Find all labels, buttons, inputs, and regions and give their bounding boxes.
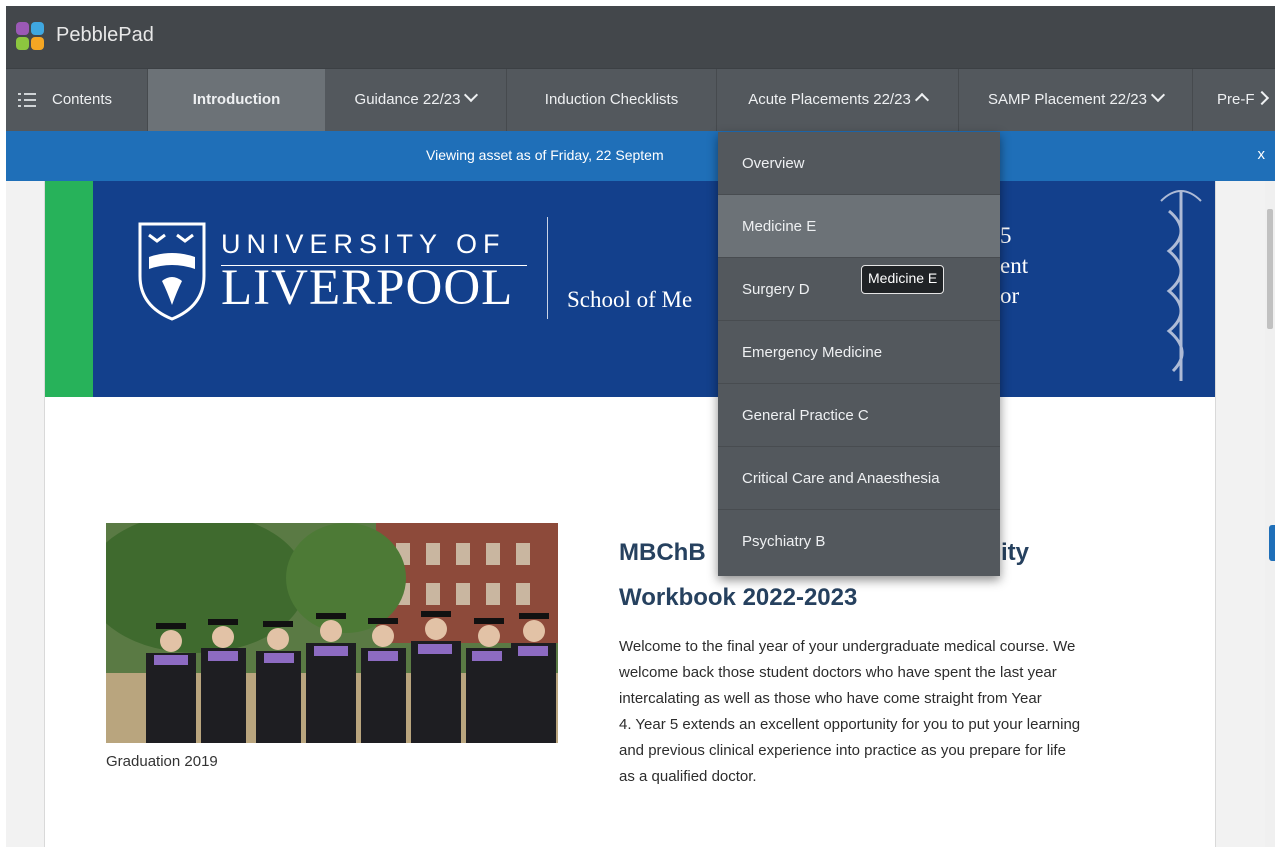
app-window: PebblePad Contents Introduction Guidance… xyxy=(6,6,1275,847)
menu-item-medicine-e[interactable]: Medicine E xyxy=(718,195,1000,258)
tooltip: Medicine E xyxy=(861,265,945,294)
header-right-text-1: 5 xyxy=(1000,223,1012,248)
menu-item-psychiatry-b[interactable]: Psychiatry B xyxy=(718,510,1000,573)
caduceus-icon xyxy=(1160,190,1202,381)
school-name: School of Me xyxy=(567,287,693,312)
page-title-line1-start: MBChB xyxy=(619,539,706,566)
side-panel-toggle[interactable] xyxy=(1269,525,1275,561)
tab-samp-placement[interactable]: SAMP Placement 22/23 xyxy=(959,69,1193,131)
tab-acute-placements[interactable]: Acute Placements 22/23 xyxy=(717,69,959,131)
welcome-paragraph: Welcome to the final year of your underg… xyxy=(619,634,1169,790)
tab-introduction[interactable]: Introduction xyxy=(148,69,325,131)
contents-list-icon xyxy=(18,91,36,109)
menu-item-surgery-d[interactable]: Surgery D xyxy=(718,258,1000,321)
tab-introduction-label: Introduction xyxy=(192,91,281,108)
paragraph-line: intercalating as well as those who have … xyxy=(619,690,1042,707)
university-crest-icon xyxy=(138,222,206,321)
university-name-top: UNIVERSITY OF xyxy=(221,229,506,259)
page-content: UNIVERSITY OF LIVERPOOL School of Me 5 e… xyxy=(44,181,1216,847)
chevron-down-icon xyxy=(1150,87,1166,103)
photo-caption: Graduation 2019 xyxy=(106,753,218,770)
menu-item-overview[interactable]: Overview xyxy=(718,132,1000,195)
chevron-up-icon xyxy=(914,92,929,108)
chevron-down-icon xyxy=(464,87,479,103)
tab-pre-f[interactable]: Pre-F xyxy=(1193,69,1275,131)
header-divider xyxy=(547,217,548,319)
contents-button[interactable]: Contents xyxy=(6,69,148,131)
menu-item-critical-care[interactable]: Critical Care and Anaesthesia xyxy=(718,447,1000,510)
paragraph-line: as a qualified doctor. xyxy=(619,768,757,785)
banner-text: Viewing asset as of Friday, 22 Septem xyxy=(426,147,664,163)
page-title-line1-end: ity xyxy=(1001,539,1030,566)
tab-guidance[interactable]: Guidance 22/23 xyxy=(325,69,507,131)
scrollbar-thumb[interactable] xyxy=(1267,209,1273,329)
paragraph-line: welcome back those student doctors who h… xyxy=(619,664,1057,681)
paragraph-line: Welcome to the final year of your underg… xyxy=(619,638,1076,655)
tab-induction-checklists-label: Induction Checklists xyxy=(544,91,679,108)
menu-item-general-practice-c[interactable]: General Practice C xyxy=(718,384,1000,447)
menu-item-emergency-medicine[interactable]: Emergency Medicine xyxy=(718,321,1000,384)
tab-acute-placements-label: Acute Placements 22/23 xyxy=(748,91,911,108)
header-image: UNIVERSITY OF LIVERPOOL School of Me 5 e… xyxy=(45,181,1215,397)
tab-induction-checklists[interactable]: Induction Checklists xyxy=(507,69,717,131)
vertical-scrollbar[interactable] xyxy=(1265,181,1275,847)
contents-label: Contents xyxy=(52,91,113,108)
paragraph-line: and previous clinical experience into pr… xyxy=(619,742,1066,759)
tab-samp-placement-label: SAMP Placement 22/23 xyxy=(988,91,1147,108)
tab-pre-f-label: Pre-F xyxy=(1217,91,1255,108)
chevron-right-icon[interactable] xyxy=(1254,90,1269,106)
navigation-bar: Contents Introduction Guidance 22/23 Ind… xyxy=(6,68,1275,131)
graduation-photo xyxy=(106,523,558,743)
header-right-text-2: ent xyxy=(1000,253,1029,278)
paragraph-line: 4. Year 5 extends an excellent opportuni… xyxy=(619,716,1081,733)
header-right-text-3: or xyxy=(1000,283,1020,308)
header-accent-bar xyxy=(45,181,93,397)
tab-guidance-label: Guidance 22/23 xyxy=(354,91,461,108)
top-bar: PebblePad xyxy=(6,6,1275,68)
pebblepad-logo-icon[interactable] xyxy=(16,22,46,52)
university-name-main: LIVERPOOL xyxy=(221,260,514,316)
app-name: PebblePad xyxy=(56,24,154,46)
version-banner: Viewing asset as of Friday, 22 Septem x xyxy=(6,131,1275,181)
page-title-line2: Workbook 2022-2023 xyxy=(619,584,858,611)
banner-close-button[interactable]: x xyxy=(1258,146,1266,163)
acute-placements-dropdown: Overview Medicine E Surgery D Emergency … xyxy=(718,132,1000,576)
